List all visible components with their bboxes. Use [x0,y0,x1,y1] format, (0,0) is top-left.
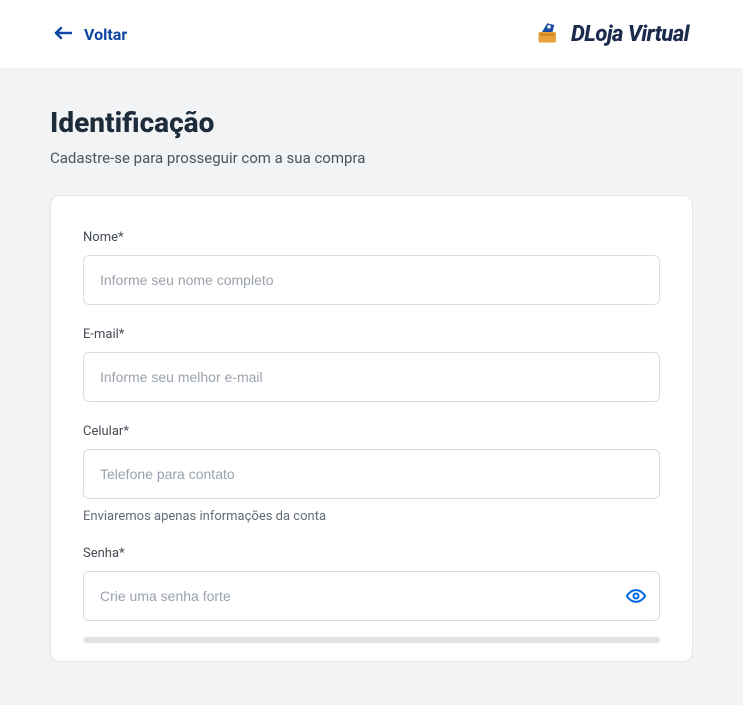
name-field-group: Nome* [83,230,660,305]
back-button[interactable]: Voltar [54,25,127,44]
name-input[interactable] [83,255,660,305]
name-label: Nome* [83,230,660,245]
header-bar: Voltar DLoja Virtual [0,0,743,68]
email-input[interactable] [83,352,660,402]
eye-icon[interactable] [626,586,646,606]
page-title: Identificação [50,106,693,139]
password-field-group: Senha* [83,546,660,643]
password-strength-bar [83,637,660,643]
arrow-left-icon [54,25,72,44]
phone-helper-text: Enviaremos apenas informações da conta [83,509,660,524]
email-label: E-mail* [83,327,660,342]
back-label: Voltar [84,25,127,44]
phone-input[interactable] [83,449,660,499]
phone-field-group: Celular* Enviaremos apenas informações d… [83,424,660,524]
main-content: Identificação Cadastre-se para prossegui… [0,68,743,682]
brand-mascot-icon [535,18,563,50]
signup-card: Nome* E-mail* Celular* Enviaremos apenas… [50,195,693,662]
email-field-group: E-mail* [83,327,660,402]
password-label: Senha* [83,546,660,561]
brand-name: DLoja Virtual [571,22,689,47]
brand-logo: DLoja Virtual [535,18,689,50]
phone-label: Celular* [83,424,660,439]
page-subtitle: Cadastre-se para prosseguir com a sua co… [50,149,693,167]
password-input[interactable] [83,571,660,621]
password-input-wrap [83,571,660,621]
